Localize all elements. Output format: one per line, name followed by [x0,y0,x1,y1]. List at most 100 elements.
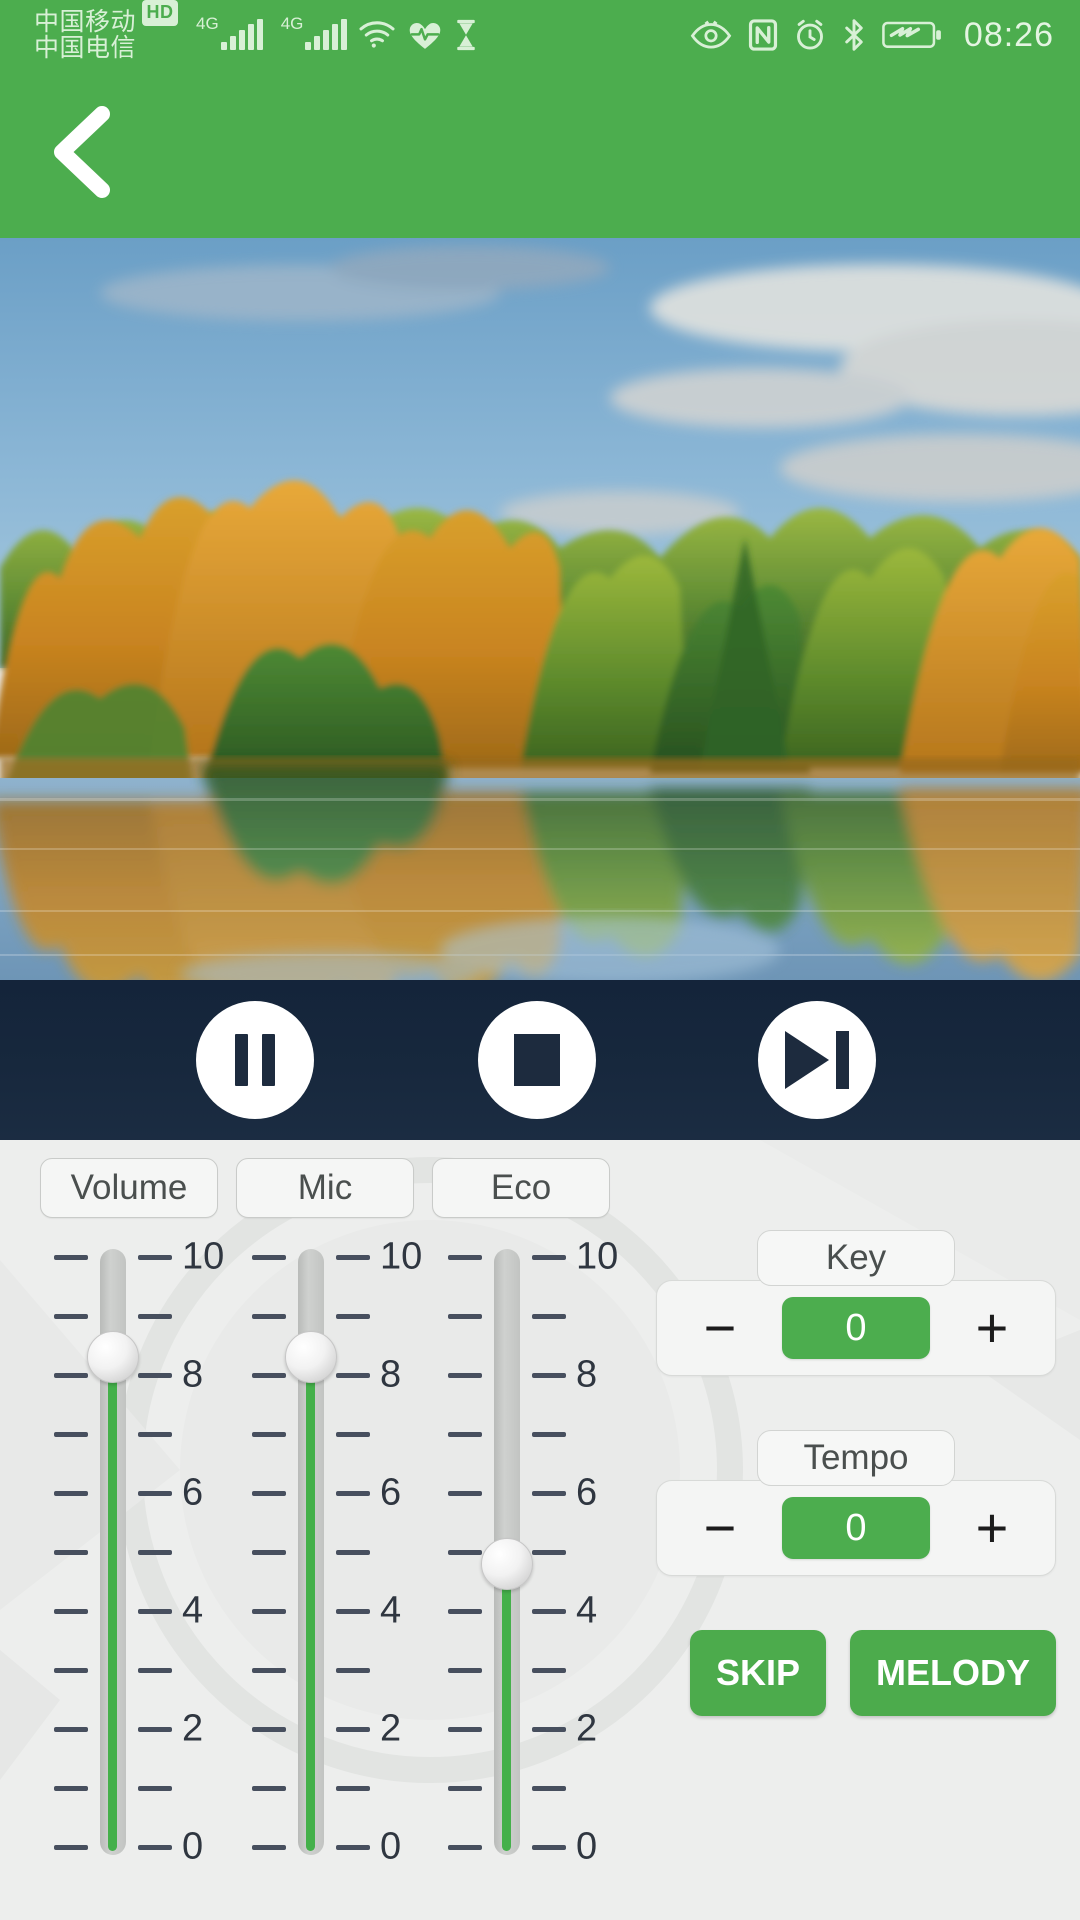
slider-eco-tick-label: 2 [576,1707,598,1750]
tempo-decrement-button[interactable]: − [685,1493,755,1563]
slider-volume-tick-label: 6 [182,1471,204,1514]
slider-eco-tick-label: 8 [576,1353,598,1396]
slider-mic-tick [336,1785,370,1791]
pause-button[interactable] [196,1001,314,1119]
slider-eco-tick [532,1785,566,1791]
slider-eco-tick [532,1726,566,1732]
slider-volume-tick [54,1549,88,1555]
slider-mic-tick [252,1490,286,1496]
slider-eco[interactable]: 10 8 6 4 2 0 [420,1235,620,1875]
slider-volume-fill [108,1361,117,1851]
key-decrement-button[interactable]: − [685,1293,755,1363]
slider-mic[interactable]: 10 8 6 4 2 0 [224,1235,424,1875]
transport-bar [0,980,1080,1140]
slider-eco-tick [532,1608,566,1614]
tempo-value[interactable]: 0 [782,1497,930,1559]
slider-volume-tick [138,1785,172,1791]
slider-eco-tick [448,1549,482,1555]
tab-volume[interactable]: Volume [40,1158,218,1218]
slider-volume-tick [54,1372,88,1378]
pause-icon [235,1034,275,1086]
slider-mic-tick-label: 0 [380,1825,402,1868]
tab-eco-label: Eco [490,1168,552,1207]
key-increment-button[interactable]: + [957,1293,1027,1363]
slider-eco-tick [532,1549,566,1555]
slider-mic-fill [306,1361,315,1851]
slider-volume-tick [54,1608,88,1614]
slider-mic-tick [252,1372,286,1378]
slider-mic-tick [252,1667,286,1673]
slider-mic-tick-label: 2 [380,1707,402,1750]
slider-volume-tick-label: 8 [182,1353,204,1396]
app-root: 中国移动 HD 中国电信 4G 4G 08:26 Volume Mic Eco … [0,0,1080,1920]
slider-mic-tick [252,1844,286,1850]
slider-mic-tick [336,1608,370,1614]
slider-eco-tick [532,1372,566,1378]
skip-button[interactable]: SKIP [690,1630,827,1716]
slider-volume-tick [138,1313,172,1319]
slider-eco-tick-label: 10 [576,1235,619,1278]
tempo-stepper-group: Tempo − 0 + [656,1430,1056,1576]
slider-volume-tick [138,1549,172,1555]
slider-volume-tick [138,1254,172,1260]
slider-eco-tick [448,1254,482,1260]
slider-volume-tick [138,1726,172,1732]
hd-badge: HD [142,0,179,26]
slider-volume-tick [54,1726,88,1732]
next-button[interactable] [758,1001,876,1119]
slider-eco-tick [448,1726,482,1732]
slider-eco-tick [448,1844,482,1850]
slider-eco-tick [532,1254,566,1260]
slider-volume-tick [54,1490,88,1496]
signal-bars-icon-1 [220,19,263,50]
slider-mic-tick [336,1313,370,1319]
back-button[interactable] [22,94,142,214]
slider-mic-tick [252,1785,286,1791]
network-type-label-2: 4G [280,14,304,33]
key-stepper: − 0 + [656,1280,1056,1376]
carrier-secondary-label: 中国电信 [34,34,137,62]
melody-button[interactable]: MELODY [850,1630,1057,1716]
chevron-left-icon [44,104,120,205]
slider-mic-tick [336,1372,370,1378]
status-bar-left: 中国移动 HD 中国电信 4G 4G [34,0,479,62]
slider-eco-thumb[interactable] [481,1537,533,1590]
tab-mic-label: Mic [297,1168,353,1207]
signal-group-1: 4G [196,14,263,50]
slider-volume[interactable]: 10 8 6 4 2 0 [26,1235,226,1875]
slider-volume-tick-label: 10 [182,1235,225,1278]
slider-volume-tick-label: 2 [182,1707,204,1750]
signal-group-2: 4G [281,14,348,50]
slider-eco-tick [448,1667,482,1673]
status-bar: 中国移动 HD 中国电信 4G 4G 08:26 [0,0,1080,70]
slider-eco-tick [532,1431,566,1437]
tempo-increment-button[interactable]: + [957,1493,1027,1563]
tab-volume-label: Volume [70,1168,188,1207]
alarm-icon [794,19,826,51]
tab-eco[interactable]: Eco [432,1158,610,1218]
key-stepper-group: Key − 0 + [656,1230,1056,1376]
slider-volume-tick [54,1254,88,1260]
stop-button[interactable] [478,1001,596,1119]
status-bar-right: 08:26 [690,16,1054,55]
mixer-tabs: Volume Mic Eco [40,1158,610,1218]
control-panel: Volume Mic Eco 10 8 6 4 2 0 10 8 6 4 2 0 [0,1140,1080,1920]
slider-eco-tick-label: 0 [576,1825,598,1868]
status-bar-clock: 08:26 [963,15,1054,54]
slider-volume-thumb[interactable] [87,1331,139,1384]
autumn-lake-reflection-photo [0,238,1080,980]
slider-eco-tick [448,1313,482,1319]
slider-volume-tick [138,1490,172,1496]
slider-volume-tick [138,1372,172,1378]
slider-mic-thumb[interactable] [285,1331,337,1384]
tab-mic[interactable]: Mic [236,1158,414,1218]
slider-eco-tick-label: 4 [576,1589,598,1632]
action-buttons: SKIP MELODY [690,1630,1057,1716]
slider-volume-tick [54,1785,88,1791]
slider-volume-tick [138,1667,172,1673]
slider-mic-tick [252,1726,286,1732]
key-value[interactable]: 0 [782,1297,930,1359]
slider-mic-tick-label: 8 [380,1353,402,1396]
carrier-labels: 中国移动 HD 中国电信 [34,0,179,62]
network-type-label-1: 4G [196,14,219,33]
